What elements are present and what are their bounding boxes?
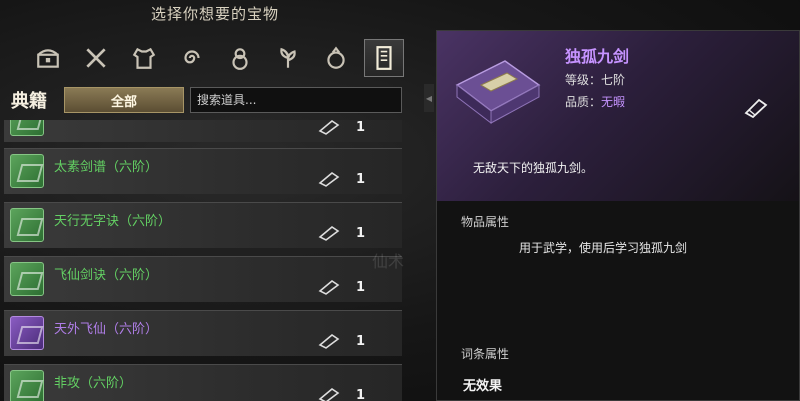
tab-armor[interactable]: [124, 39, 164, 77]
page-title: 选择你想要的宝物: [150, 4, 279, 23]
swirl-icon: [184, 50, 200, 64]
quality-label: 品质：: [565, 95, 602, 109]
item-name: 太素剑谱（六阶）: [54, 160, 159, 175]
collapse-panel-button[interactable]: ◀: [424, 84, 434, 112]
watermark-text: 仙术: [372, 252, 405, 271]
list-item[interactable]: 天外飞仙（六阶） 1: [4, 310, 402, 356]
attributes-text: 用于武学，使用后学习独孤九剑: [519, 241, 688, 255]
affix-text: 无效果: [463, 379, 503, 394]
window-title-bar: 选择你想要的宝物: [0, 0, 430, 26]
item-name: 非攻（六阶）: [54, 376, 133, 391]
item-count: 1: [356, 280, 366, 295]
scroll-icon: [318, 120, 340, 135]
item-name: 飞仙剑诀（六阶）: [54, 268, 159, 283]
category-tabs: [28, 38, 418, 78]
book-illustration: [455, 60, 541, 125]
detail-header: 独孤九剑 等级：七阶 品质：无暇 无敌天下的独孤九剑。: [437, 31, 799, 201]
tab-herb[interactable]: [268, 39, 308, 77]
scroll-icon: [318, 388, 340, 401]
detail-quality: 品质：无暇: [565, 93, 625, 110]
book-icon: [376, 46, 392, 70]
search-input[interactable]: [197, 93, 401, 107]
detail-description: 无敌天下的独孤九剑。: [473, 161, 594, 175]
scroll-icon: [318, 172, 340, 187]
item-book-icon: [10, 262, 44, 296]
item-book-icon: [10, 208, 44, 242]
tab-bag[interactable]: [316, 39, 356, 77]
tab-swirl[interactable]: [172, 39, 212, 77]
tab-books[interactable]: [364, 39, 404, 77]
item-name: 天行无字诀（六阶）: [54, 214, 172, 229]
armor-icon: [132, 47, 156, 69]
filter-row: 典籍 全部: [0, 86, 405, 114]
affix-title: 词条属性: [461, 347, 510, 361]
category-label: 典籍: [11, 91, 47, 112]
level-label: 等级：: [565, 73, 602, 87]
attributes-title: 物品属性: [461, 215, 510, 229]
list-item[interactable]: 太素剑谱（六阶） 1: [4, 148, 402, 194]
herb-icon: [280, 47, 296, 68]
item-book-icon: [10, 370, 44, 401]
item-book-icon: [10, 154, 44, 188]
search-box[interactable]: [190, 87, 402, 113]
list-item[interactable]: 1: [4, 120, 402, 142]
list-item[interactable]: 飞仙剑诀（六阶） 1: [4, 256, 402, 302]
crossed-weapons-icon: [86, 48, 106, 68]
list-item[interactable]: 天行无字诀（六阶） 1: [4, 202, 402, 248]
tab-weapons[interactable]: [76, 39, 116, 77]
level-value: 七阶: [601, 73, 626, 87]
tab-chest[interactable]: [28, 39, 68, 77]
quality-value: 无暇: [601, 95, 626, 109]
item-count: 1: [356, 388, 366, 401]
item-count: 1: [356, 120, 366, 135]
list-item[interactable]: 非攻（六阶） 1: [4, 364, 402, 401]
item-book-icon: [10, 316, 44, 350]
filter-dropdown[interactable]: 全部: [64, 87, 184, 113]
item-count: 1: [356, 226, 366, 241]
item-detail-panel: 独孤九剑 等级：七阶 品质：无暇 无敌天下的独孤九剑。 物品属性 用于武学，使用…: [436, 30, 800, 401]
detail-level: 等级：七阶: [565, 71, 625, 88]
scroll-icon: [744, 98, 768, 119]
bag-icon: [327, 46, 345, 69]
scroll-icon: [318, 280, 340, 295]
scroll-icon: [318, 334, 340, 349]
item-count: 1: [356, 334, 366, 349]
gourd-icon: [232, 48, 248, 70]
tab-gourd[interactable]: [220, 39, 260, 77]
item-name: 天外飞仙（六阶）: [54, 322, 159, 337]
item-list[interactable]: 1 太素剑谱（六阶） 1 天行无字诀（六阶） 1 飞仙剑诀（六阶） 1 天外飞仙…: [4, 120, 402, 401]
item-count: 1: [356, 172, 366, 187]
item-book-icon: [10, 120, 44, 136]
detail-item-name: 独孤九剑: [565, 47, 630, 66]
scroll-icon: [318, 226, 340, 241]
chest-icon: [37, 49, 59, 68]
